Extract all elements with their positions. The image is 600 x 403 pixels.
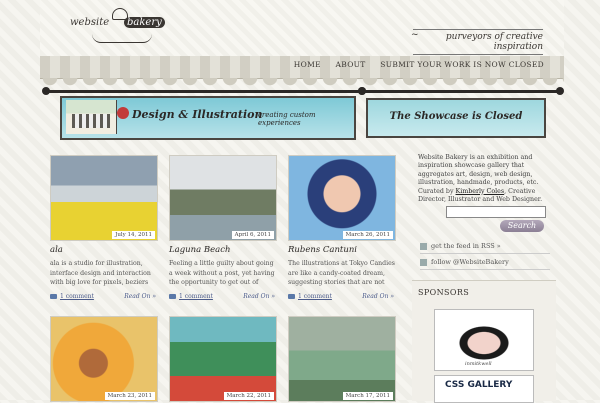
nav-home[interactable]: HOME	[294, 60, 321, 69]
nav-submit[interactable]: SUBMIT YOUR WORK IS NOW CLOSED	[380, 60, 544, 69]
post-thumbnail[interactable]: March 22, 2011	[169, 316, 277, 402]
post-title[interactable]: Rubens Cantuni	[288, 245, 357, 255]
tagline: ~ purveyors of creative inspiration	[411, 29, 543, 55]
logo-word-website: website	[70, 17, 110, 28]
post-date: March 22, 2011	[223, 392, 274, 400]
bakery-storefront-illustration	[66, 100, 117, 134]
comment-icon	[288, 294, 295, 299]
rss-icon	[420, 242, 427, 250]
post-title[interactable]: Laguna Beach	[169, 245, 230, 255]
post-footer: 1 comment Read On »	[50, 293, 156, 303]
post-excerpt: Feeling a little guilty about going a we…	[169, 260, 275, 286]
comment-icon	[50, 294, 57, 299]
comment-link[interactable]: 1 comment	[298, 293, 332, 300]
post-date: March 17, 2011	[342, 392, 393, 400]
sponsors-heading: SPONSORS	[418, 288, 470, 297]
main-nav: HOME ABOUT SUBMIT YOUR WORK IS NOW CLOSE…	[40, 56, 564, 79]
banner-design-subtitle: creating custom experiences	[258, 111, 316, 127]
banner-design-title: Design & Illustration	[132, 108, 263, 121]
page: website bakery ~ purveyors of creative i…	[40, 0, 564, 403]
twitter-icon	[420, 258, 427, 266]
sponsor-ad[interactable]: inmitkwell	[434, 309, 534, 371]
read-more-link[interactable]: Read On »	[362, 293, 394, 300]
post-date: March 26, 2011	[342, 231, 393, 239]
header: website bakery ~ purveyors of creative i…	[40, 0, 564, 57]
sponsors-section: SPONSORS inmitkwell CSS GALLERY	[412, 280, 556, 403]
search-button[interactable]: Search	[500, 220, 544, 232]
banner-showcase-title: The Showcase is Closed	[389, 111, 523, 122]
banner-rod-right	[358, 87, 564, 95]
post-thumbnail[interactable]: July 14, 2011	[50, 155, 158, 241]
twitter-link[interactable]: follow @WebsiteBakery	[420, 258, 550, 270]
curator-link[interactable]: Kimberly Coles	[456, 188, 505, 195]
design-illustration-banner[interactable]: Design & Illustration creating custom ex…	[60, 96, 356, 140]
site-logo[interactable]: website bakery	[62, 6, 182, 46]
post-title[interactable]: ala	[50, 245, 63, 255]
post-date: March 23, 2011	[104, 392, 155, 400]
comment-icon	[169, 294, 176, 299]
rss-text: get the feed in RSS »	[431, 242, 501, 250]
awning-scallop	[40, 78, 564, 86]
rss-link[interactable]: get the feed in RSS »	[420, 242, 550, 254]
post-date: July 14, 2011	[112, 231, 155, 239]
sponsor-ad-css-gallery[interactable]: CSS GALLERY	[434, 375, 534, 403]
read-more-link[interactable]: Read On »	[124, 293, 156, 300]
post-thumbnail[interactable]: April 6, 2011	[169, 155, 277, 241]
banner-rod-left	[42, 87, 366, 95]
about-text: Website Bakery is an exhibition and insp…	[418, 154, 552, 204]
post-footer: 1 comment Read On »	[169, 293, 275, 303]
post-excerpt: The illustrations at Tokyo Candies are l…	[288, 260, 395, 286]
comment-link[interactable]: 1 comment	[179, 293, 213, 300]
post-date: April 6, 2011	[231, 231, 274, 239]
sponsor-ad-text: CSS GALLERY	[445, 380, 513, 390]
twitter-text: follow @WebsiteBakery	[431, 258, 509, 266]
read-more-link[interactable]: Read On »	[243, 293, 275, 300]
post-thumbnail[interactable]: March 17, 2011	[288, 316, 396, 402]
nav-about[interactable]: ABOUT	[336, 60, 366, 69]
comment-link[interactable]: 1 comment	[60, 293, 94, 300]
swirl-ornament-icon: ~	[411, 30, 419, 40]
post-thumbnail[interactable]: March 26, 2011	[288, 155, 396, 241]
search-input[interactable]	[446, 206, 546, 218]
logo-swirl-ornament	[92, 34, 152, 43]
post-footer: 1 comment Read On »	[288, 293, 394, 303]
sponsor-ad-text: inmitkwell	[465, 361, 492, 367]
logo-word-bakery: bakery	[124, 17, 165, 28]
post-thumbnail[interactable]: March 23, 2011	[50, 316, 158, 402]
cupcake-sign-icon	[117, 107, 129, 119]
post-excerpt: ala is a studio for illustration, interf…	[50, 260, 151, 286]
tagline-text: purveyors of creative inspiration	[445, 32, 543, 52]
sidebar: Website Bakery is an exhibition and insp…	[412, 148, 556, 403]
showcase-closed-banner[interactable]: The Showcase is Closed	[366, 98, 546, 138]
